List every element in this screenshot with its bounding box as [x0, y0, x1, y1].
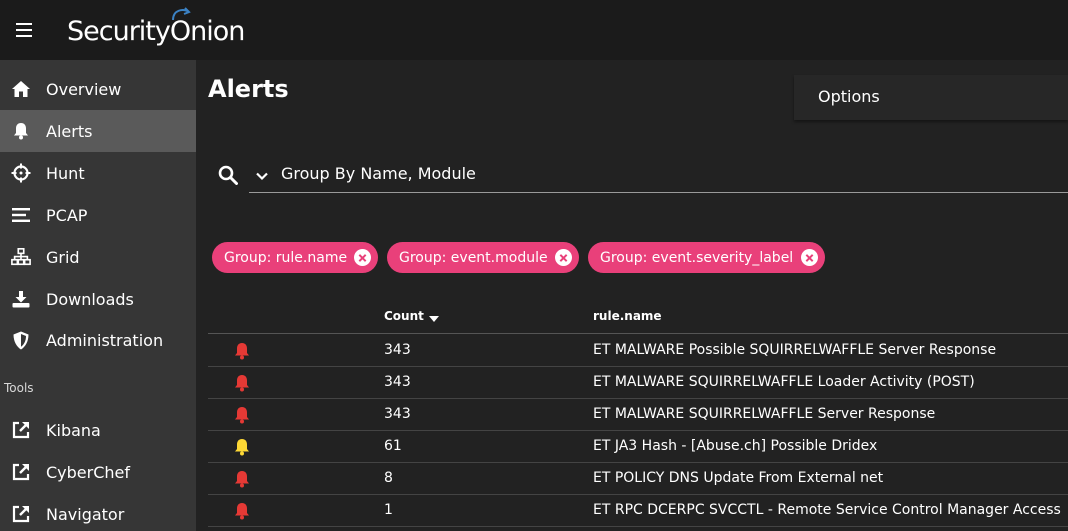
sidebar: Overview Alerts Hunt PCAP Grid Downloads	[0, 60, 196, 531]
bell-icon[interactable]	[233, 502, 251, 520]
external-link-icon	[11, 504, 31, 524]
sidebar-item-alerts[interactable]: Alerts	[0, 110, 196, 152]
cell-count: 343	[384, 374, 411, 390]
query-input[interactable]: Group By Name, Module	[249, 156, 1068, 193]
sidebar-item-downloads[interactable]: Downloads	[0, 278, 196, 320]
bell-icon[interactable]	[233, 342, 251, 360]
sidebar-item-label: Alerts	[46, 121, 93, 141]
column-header-rule-name[interactable]: rule.name	[593, 309, 662, 323]
close-icon[interactable]	[555, 249, 572, 266]
close-icon[interactable]	[801, 249, 818, 266]
tools-section-label: Tools	[4, 381, 34, 395]
grid-network-icon	[11, 247, 31, 267]
cell-rule-name: ET MALWARE SQUIRRELWAFFLE Server Respons…	[593, 406, 936, 422]
logo: SecurityOnion	[67, 6, 245, 50]
bell-icon[interactable]	[233, 438, 251, 456]
table-row[interactable]: 343 ET MALWARE Possible SQUIRRELWAFFLE Se…	[208, 335, 1068, 367]
sidebar-item-label: PCAP	[46, 205, 88, 225]
chip-label: Group: rule.name	[224, 249, 348, 266]
list-icon	[11, 205, 31, 225]
shield-icon	[11, 330, 31, 350]
bell-icon[interactable]	[233, 374, 251, 392]
chip-label: Group: event.module	[399, 249, 548, 266]
cell-rule-name: ET JA3 Hash - [Abuse.ch] Possible Dridex	[593, 438, 878, 454]
sidebar-item-kibana[interactable]: Kibana	[0, 409, 196, 451]
cell-count: 61	[384, 438, 402, 454]
sidebar-item-label: Downloads	[46, 289, 134, 309]
options-toggle[interactable]: Options	[818, 87, 880, 106]
sidebar-item-overview[interactable]: Overview	[0, 68, 196, 110]
top-bar: SecurityOnion	[0, 0, 1068, 60]
chevron-down-icon[interactable]	[255, 168, 269, 182]
crosshair-icon	[11, 163, 31, 183]
sidebar-item-navigator[interactable]: Navigator	[0, 493, 196, 531]
logo-text: SecurityOnion	[67, 16, 245, 47]
sidebar-item-label: Overview	[46, 79, 122, 99]
column-header-count[interactable]: Count	[384, 309, 424, 323]
table-row[interactable]: 61 ET JA3 Hash - [Abuse.ch] Possible Drid…	[208, 431, 1068, 463]
external-link-icon	[11, 420, 31, 440]
sidebar-item-pcap[interactable]: PCAP	[0, 194, 196, 236]
sidebar-item-cyberchef[interactable]: CyberChef	[0, 451, 196, 493]
cell-rule-name: ET MALWARE Possible SQUIRRELWAFFLE Serve…	[593, 342, 997, 358]
cell-rule-name: ET POLICY DNS Update From External net	[593, 470, 884, 486]
table-header: Count rule.name	[208, 300, 1068, 334]
sidebar-item-grid[interactable]: Grid	[0, 236, 196, 278]
sidebar-item-administration[interactable]: Administration	[0, 319, 196, 361]
sidebar-item-label: Grid	[46, 247, 80, 267]
cell-count: 343	[384, 406, 411, 422]
table-row[interactable]: 8 ET POLICY DNS Update From External net	[208, 463, 1068, 495]
main-content: Alerts Options Group By Name, Module Gro…	[196, 60, 1068, 531]
sidebar-item-label: Hunt	[46, 163, 85, 183]
chip-group-event-severity-label[interactable]: Group: event.severity_label	[588, 242, 825, 273]
table-row[interactable]: 1 ET RPC DCERPC SVCCTL - Remote Service C…	[208, 495, 1068, 527]
chip-group-rule-name[interactable]: Group: rule.name	[212, 242, 378, 273]
cell-rule-name: ET RPC DCERPC SVCCTL - Remote Service Co…	[593, 502, 1061, 518]
hamburger-menu-icon[interactable]	[14, 18, 34, 42]
close-icon[interactable]	[354, 249, 371, 266]
external-link-icon	[11, 462, 31, 482]
bell-icon[interactable]	[233, 406, 251, 424]
chip-group-event-module[interactable]: Group: event.module	[387, 242, 579, 273]
query-text[interactable]: Group By Name, Module	[281, 164, 476, 183]
sidebar-item-label: CyberChef	[46, 462, 131, 482]
home-icon	[11, 79, 31, 99]
cell-count: 1	[384, 502, 393, 518]
sidebar-item-hunt[interactable]: Hunt	[0, 152, 196, 194]
options-panel[interactable]: Options	[794, 75, 1068, 120]
onion-logo-icon	[172, 7, 191, 21]
cell-count: 343	[384, 342, 411, 358]
chip-label: Group: event.severity_label	[600, 249, 794, 266]
page-title: Alerts	[208, 75, 289, 103]
cell-count: 8	[384, 470, 393, 486]
sidebar-item-label: Kibana	[46, 420, 101, 440]
sort-desc-icon[interactable]	[429, 316, 439, 322]
table-row[interactable]: 343 ET MALWARE SQUIRRELWAFFLE Server Resp…	[208, 399, 1068, 431]
table-row[interactable]: 343 ET MALWARE SQUIRRELWAFFLE Loader Acti…	[208, 367, 1068, 399]
sidebar-item-label: Administration	[46, 330, 164, 350]
download-icon	[11, 289, 31, 309]
search-icon[interactable]	[218, 165, 238, 187]
bell-icon[interactable]	[233, 470, 251, 488]
sidebar-item-label: Navigator	[46, 504, 125, 524]
cell-rule-name: ET MALWARE SQUIRRELWAFFLE Loader Activit…	[593, 374, 975, 390]
bell-icon	[11, 121, 31, 141]
